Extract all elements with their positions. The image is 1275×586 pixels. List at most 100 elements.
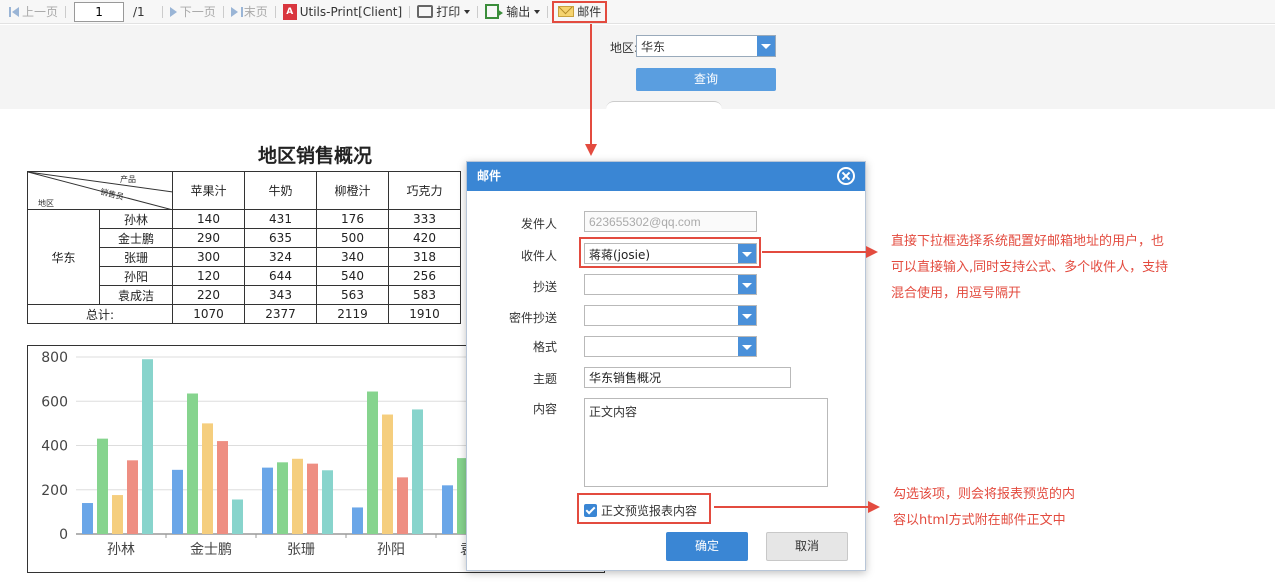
chart-bar	[277, 462, 288, 534]
total-cell: 1070	[172, 304, 245, 324]
value-cell: 318	[388, 247, 461, 267]
recipient-note-arrow	[762, 246, 878, 258]
chart-y-tick-label: 0	[59, 527, 68, 543]
chart-bar	[127, 460, 138, 534]
prev-page-label: 上一页	[22, 5, 59, 19]
table-total-row: 总计: 1070 2377 2119 1910	[27, 304, 461, 324]
recipient-annotation: 直接下拉框选择系统配置好邮箱地址的用户，也 可以直接输入,同时支持公式、多个收件…	[891, 229, 1211, 307]
print-label: 打印	[436, 5, 461, 19]
last-bar-icon	[240, 6, 243, 17]
mail-flow-arrow	[585, 24, 597, 156]
sales-table: 产品 销售员 地区 苹果汁 牛奶 柳橙汁 巧克力 华东 孙林 140 431 1…	[27, 171, 461, 324]
sender-label: 发件人	[520, 217, 557, 231]
chart-bar	[262, 467, 273, 534]
chart-y-tick-label: 200	[41, 483, 68, 499]
format-combo[interactable]	[584, 336, 757, 357]
export-label: 输出	[506, 5, 531, 19]
content-textarea[interactable]: 正文内容	[584, 398, 828, 487]
annotation-line: 勾选该项，则会将报表预览的内	[893, 487, 1076, 502]
chart-bar	[382, 414, 393, 534]
toolbar-divider	[477, 5, 479, 18]
salesperson-cell: 张珊	[99, 247, 173, 267]
chart-x-tick-label: 金士鹏	[190, 542, 232, 558]
corner-product-label: 产品	[120, 175, 136, 184]
value-cell: 120	[172, 266, 245, 286]
recipient-highlight	[579, 237, 761, 268]
export-menu-button[interactable]: 输出	[482, 2, 543, 22]
query-button[interactable]: 查询	[636, 68, 776, 91]
column-header: 柳橙汁	[316, 171, 389, 210]
subject-label: 主题	[532, 372, 557, 386]
column-header: 牛奶	[244, 171, 317, 210]
column-header: 苹果汁	[172, 171, 245, 210]
chevron-down-icon[interactable]	[738, 337, 756, 356]
bcc-combo[interactable]	[584, 305, 757, 326]
print-client-button[interactable]: A Utils-Print[Client]	[280, 2, 405, 22]
salesperson-cell: 孙阳	[99, 266, 173, 286]
value-cell: 220	[172, 285, 245, 305]
value-cell: 300	[172, 247, 245, 267]
chart-bar	[412, 409, 423, 534]
first-page-icon	[9, 6, 11, 17]
format-label: 格式	[532, 340, 557, 354]
envelope-icon	[558, 6, 575, 17]
chevron-down-icon	[534, 9, 541, 14]
total-pages: /1	[133, 4, 145, 19]
prev-arrow-icon	[12, 6, 19, 17]
print-menu-button[interactable]: 打印	[414, 2, 473, 22]
chart-y-tick-label: 600	[41, 394, 68, 410]
chevron-down-icon[interactable]	[757, 36, 775, 56]
cancel-button[interactable]: 取消	[766, 532, 848, 561]
content-label: 内容	[532, 402, 557, 416]
cc-combo[interactable]	[584, 274, 757, 295]
value-cell: 176	[316, 209, 389, 229]
chart-bar	[82, 503, 93, 534]
value-cell: 500	[316, 228, 389, 248]
chart-x-tick-label: 孙阳	[377, 542, 405, 558]
next-page-button[interactable]: 下一页	[167, 2, 219, 22]
chart-bar	[367, 391, 378, 534]
report-title: 地区销售概况	[257, 145, 372, 167]
chart-bar	[172, 469, 183, 534]
annotation-line: 混合使用，用逗号隔开	[891, 286, 1022, 301]
chart-bar	[322, 470, 333, 534]
table-row: 华东 孙林 140 431 176 333	[27, 209, 461, 305]
parameter-panel: 地区: 华东 查询	[0, 25, 1275, 109]
total-label-cell: 总计:	[27, 304, 173, 324]
sender-field[interactable]	[584, 211, 757, 232]
prev-page-button[interactable]: 上一页	[6, 2, 61, 22]
chart-x-tick-label: 张珊	[287, 542, 315, 558]
page-number-input[interactable]	[74, 1, 125, 22]
close-icon[interactable]	[837, 167, 855, 185]
chart-bar	[112, 495, 123, 534]
bcc-label: 密件抄送	[508, 311, 557, 325]
recipient-label: 收件人	[520, 249, 557, 263]
chart-y-tick-label: 800	[41, 350, 68, 366]
last-page-button[interactable]: 末页	[228, 2, 271, 22]
region-select[interactable]: 华东	[636, 35, 776, 57]
chart-bar	[97, 438, 108, 534]
chart-bar	[352, 507, 363, 534]
chart-bar	[397, 477, 408, 534]
mail-button[interactable]: 邮件	[552, 0, 608, 23]
cc-label: 抄送	[532, 280, 557, 294]
column-header: 巧克力	[388, 171, 461, 210]
value-cell: 256	[388, 266, 461, 286]
preview-highlight	[577, 493, 711, 524]
subject-field[interactable]	[584, 367, 791, 388]
value-cell: 644	[244, 266, 317, 286]
chart-y-tick-label: 400	[41, 439, 68, 455]
salesperson-cell: 孙林	[99, 209, 173, 229]
toolbar-divider	[65, 5, 67, 18]
ok-button[interactable]: 确定	[666, 532, 748, 561]
total-cell: 1910	[388, 304, 461, 324]
chevron-down-icon[interactable]	[738, 275, 756, 294]
chart-bar	[442, 485, 453, 534]
chart-bar	[142, 359, 153, 534]
toolbar-divider	[547, 5, 549, 18]
panel-collapse-handle[interactable]	[606, 101, 722, 109]
mail-label: 邮件	[577, 5, 602, 19]
chevron-down-icon[interactable]	[738, 306, 756, 325]
region-label: 地区:	[610, 41, 639, 55]
toolbar-divider	[161, 5, 163, 18]
